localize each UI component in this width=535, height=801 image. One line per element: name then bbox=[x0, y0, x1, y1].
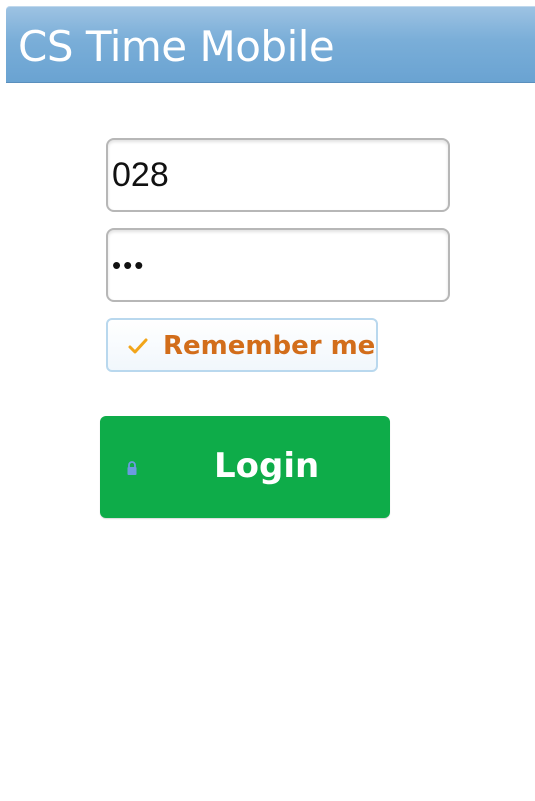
page-edge bbox=[0, 0, 6, 801]
remember-me-label: Remember me bbox=[163, 331, 376, 361]
lock-icon bbox=[127, 461, 137, 475]
login-button[interactable]: Login bbox=[100, 416, 390, 518]
remember-me-checkbox[interactable]: Remember me bbox=[106, 318, 378, 372]
username-field[interactable]: 028 bbox=[106, 138, 450, 212]
login-page: CS Time Mobile 028 ••• Remember me Login bbox=[0, 0, 535, 801]
app-title: CS Time Mobile bbox=[18, 22, 335, 71]
checkmark-icon bbox=[128, 338, 148, 354]
login-button-label: Login bbox=[214, 446, 320, 486]
app-header: CS Time Mobile bbox=[6, 6, 535, 82]
password-field[interactable]: ••• bbox=[106, 228, 450, 302]
